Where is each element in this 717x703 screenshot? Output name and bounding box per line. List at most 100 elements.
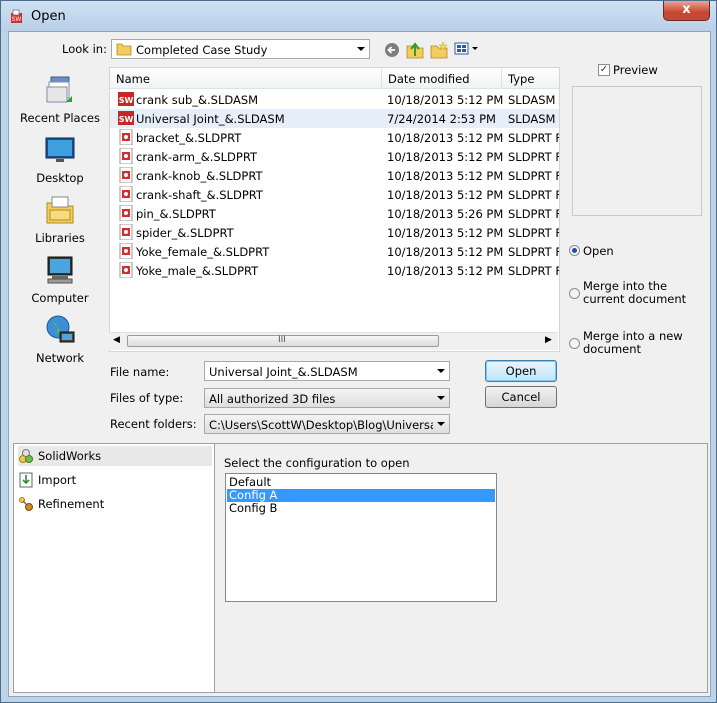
scroll-right-icon[interactable]: ▶ xyxy=(545,335,552,345)
view-menu-button[interactable] xyxy=(454,41,480,57)
radio-open-label: Open xyxy=(583,244,614,258)
recent-places-icon xyxy=(46,76,72,103)
file-type-cell: SLDPRT Fi xyxy=(508,226,560,240)
back-icon[interactable] xyxy=(384,42,400,58)
scroll-left-icon[interactable]: ◀ xyxy=(113,335,120,345)
radio-open[interactable] xyxy=(569,245,580,256)
part-file-icon xyxy=(119,243,133,259)
file-row[interactable]: pin_&.SLDPRT 10/18/2013 5:26 PM SLDPRT Fi xyxy=(110,204,559,223)
column-header-label: Name xyxy=(116,72,150,86)
configuration-item[interactable]: Config B xyxy=(227,502,495,515)
addin-import[interactable]: Import xyxy=(18,470,212,490)
svg-text:SW: SW xyxy=(119,96,134,105)
file-name-cell: pin_&.SLDPRT xyxy=(136,207,216,221)
files-of-type-dropdown[interactable]: All authorized 3D files xyxy=(204,388,450,408)
libraries-icon xyxy=(46,196,74,224)
preview-pane xyxy=(572,86,702,216)
file-date-cell: 10/18/2013 5:12 PM xyxy=(387,226,504,240)
open-button[interactable]: Open xyxy=(485,360,557,382)
file-date-cell: 7/24/2014 2:53 PM xyxy=(387,112,496,126)
column-header-name[interactable]: Name xyxy=(110,68,382,89)
place-network[interactable]: Network xyxy=(14,314,106,370)
recent-folders-dropdown[interactable]: C:\Users\ScottW\Desktop\Blog\Universal J… xyxy=(204,414,450,434)
file-row[interactable]: SW crank sub_&.SLDASM 10/18/2013 5:12 PM SL… xyxy=(110,90,559,109)
addin-list: SolidWorks Import Refinement xyxy=(14,444,215,692)
part-file-icon xyxy=(119,186,133,202)
desktop-icon xyxy=(45,137,75,162)
svg-text:SW: SW xyxy=(12,16,22,23)
chevron-down-icon xyxy=(437,422,445,426)
file-type-cell: SLDASM F xyxy=(508,112,560,126)
places-bar: Recent Places Desktop Libraries Computer… xyxy=(14,64,106,365)
file-name-cell: bracket_&.SLDPRT xyxy=(136,131,242,145)
file-date-cell: 10/18/2013 5:12 PM xyxy=(387,245,504,259)
file-name-cell: crank sub_&.SLDASM xyxy=(136,93,259,107)
column-header-type[interactable]: Type xyxy=(502,68,559,89)
radio-merge-current[interactable] xyxy=(569,288,580,299)
recent-folders-value: C:\Users\ScottW\Desktop\Blog\Universal J… xyxy=(209,418,433,432)
file-list[interactable]: Name Date modified Type SW crank sub_&.SL… xyxy=(109,67,560,352)
horizontal-scrollbar[interactable]: ◀ III ▶ xyxy=(109,332,558,350)
up-folder-icon[interactable] xyxy=(406,41,424,59)
place-desktop[interactable]: Desktop xyxy=(14,134,106,190)
file-row[interactable]: crank-arm_&.SLDPRT 10/18/2013 5:12 PM SLDP… xyxy=(110,147,559,166)
file-row[interactable]: SW Universal Joint_&.SLDASM 7/24/2014 2:53… xyxy=(110,109,559,128)
preview-checkbox[interactable]: ✓ xyxy=(598,64,610,76)
file-date-cell: 10/18/2013 5:12 PM xyxy=(387,264,504,278)
place-label: Computer xyxy=(31,291,89,305)
folder-icon xyxy=(116,43,132,56)
look-in-value: Completed Case Study xyxy=(136,43,268,57)
addin-label: Import xyxy=(38,473,77,487)
file-row[interactable]: crank-knob_&.SLDPRT 10/18/2013 5:12 PM SLD… xyxy=(110,166,559,185)
cancel-button[interactable]: Cancel xyxy=(485,386,557,408)
part-file-icon xyxy=(119,148,133,164)
assembly-file-icon: SW xyxy=(118,111,134,125)
addin-refinement[interactable]: Refinement xyxy=(18,494,212,514)
addin-solidworks[interactable]: SolidWorks xyxy=(18,446,212,466)
file-type-cell: SLDPRT Fi xyxy=(508,264,560,278)
configuration-pane: Select the configuration to open Default… xyxy=(215,444,707,692)
part-file-icon xyxy=(119,262,133,278)
part-file-icon xyxy=(119,167,133,183)
scroll-grip: III xyxy=(278,335,286,345)
file-name-cell: Yoke_female_&.SLDPRT xyxy=(136,245,270,259)
addin-label: SolidWorks xyxy=(38,449,102,463)
scroll-thumb[interactable]: III xyxy=(127,335,439,347)
solidworks-icon xyxy=(19,449,33,463)
place-computer[interactable]: Computer xyxy=(14,254,106,310)
radio-merge-new-label: Merge into a new document xyxy=(583,329,683,356)
file-type-cell: SLDPRT Fi xyxy=(508,207,560,221)
file-type-cell: SLDASM F xyxy=(508,93,560,107)
file-type-cell: SLDPRT Fi xyxy=(508,150,560,164)
look-in-dropdown[interactable]: Completed Case Study xyxy=(111,39,370,59)
new-folder-icon[interactable] xyxy=(430,41,448,59)
chevron-down-icon[interactable] xyxy=(437,369,445,373)
file-name-input[interactable]: Universal Joint_&.SLDASM xyxy=(204,361,450,381)
place-libraries[interactable]: Libraries xyxy=(14,194,106,250)
file-row[interactable]: crank-shaft_&.SLDPRT 10/18/2013 5:12 PM SL… xyxy=(110,185,559,204)
file-name-cell: crank-shaft_&.SLDPRT xyxy=(136,188,263,202)
column-header-date[interactable]: Date modified xyxy=(382,68,502,89)
window-title: Open xyxy=(31,9,66,24)
file-date-cell: 10/18/2013 5:12 PM xyxy=(387,93,504,107)
file-row[interactable]: Yoke_male_&.SLDPRT 10/18/2013 5:12 PM SLDP… xyxy=(110,261,559,280)
place-label: Network xyxy=(35,351,85,365)
radio-merge-new[interactable] xyxy=(569,338,580,349)
file-name-value: Universal Joint_&.SLDASM xyxy=(209,365,358,379)
place-recent-places[interactable]: Recent Places xyxy=(14,74,106,130)
configuration-list[interactable]: Default Config A Config B xyxy=(225,473,497,602)
file-date-cell: 10/18/2013 5:12 PM xyxy=(387,169,504,183)
chevron-down-icon xyxy=(357,47,365,51)
recent-folders-label: Recent folders: xyxy=(110,417,197,431)
file-row[interactable]: spider_&.SLDPRT 10/18/2013 5:12 PM SLDPRT … xyxy=(110,223,559,242)
svg-text:SW: SW xyxy=(119,115,134,124)
file-name-cell: spider_&.SLDPRT xyxy=(136,226,234,240)
files-of-type-value: All authorized 3D files xyxy=(209,392,336,406)
file-name-cell: Yoke_male_&.SLDPRT xyxy=(136,264,259,278)
file-row[interactable]: Yoke_female_&.SLDPRT 10/18/2013 5:12 PM SL… xyxy=(110,242,559,261)
title-bar[interactable]: SW Open x xyxy=(1,1,716,31)
file-name-label: File name: xyxy=(110,365,170,379)
file-row[interactable]: bracket_&.SLDPRT 10/18/2013 5:12 PM SLDPRT… xyxy=(110,128,559,147)
close-button[interactable]: x xyxy=(663,1,710,21)
file-date-cell: 10/18/2013 5:12 PM xyxy=(387,188,504,202)
